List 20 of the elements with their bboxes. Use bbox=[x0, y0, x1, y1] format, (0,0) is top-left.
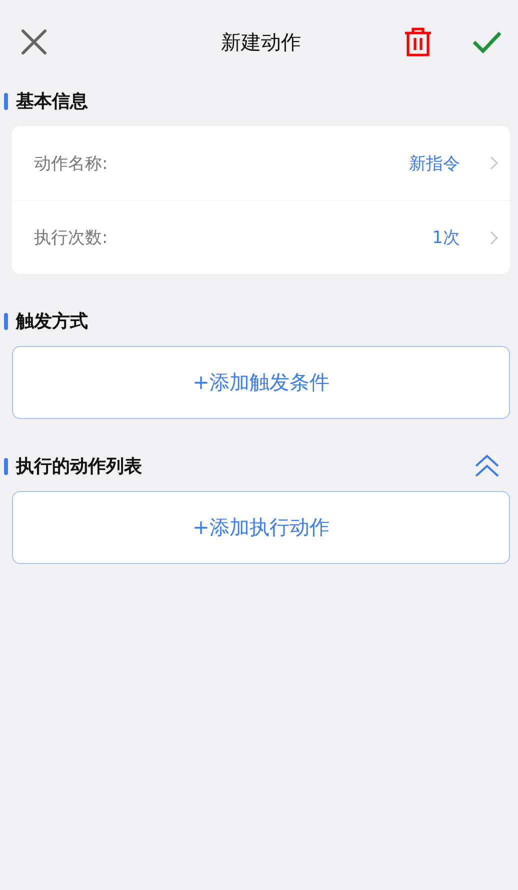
field-value: 新指令 bbox=[409, 152, 460, 174]
section-marker bbox=[4, 458, 8, 474]
chevron-right-icon bbox=[490, 156, 498, 170]
field-label: 执行次数: bbox=[34, 227, 109, 249]
collapse-icon[interactable] bbox=[474, 454, 500, 478]
add-button[interactable]: +添加执行动作 bbox=[12, 491, 510, 564]
section-title: 执行的动作列表 bbox=[16, 455, 142, 478]
section-title: 触发方式 bbox=[16, 310, 88, 333]
section-title: 基本信息 bbox=[16, 90, 88, 113]
add-button[interactable]: +添加触发条件 bbox=[12, 346, 510, 419]
setting-row[interactable]: 动作名称: 新指令 bbox=[12, 126, 510, 200]
field-value: 1次 bbox=[432, 227, 460, 249]
field-label: 动作名称: bbox=[34, 152, 109, 174]
setting-row[interactable]: 执行次数: 1次 bbox=[12, 200, 510, 274]
chevron-right-icon bbox=[490, 230, 498, 244]
section-marker bbox=[4, 92, 8, 110]
check-icon[interactable] bbox=[472, 30, 502, 54]
trash-icon[interactable] bbox=[404, 27, 432, 57]
page-title: 新建动作 bbox=[221, 28, 301, 56]
section-marker bbox=[4, 312, 8, 330]
